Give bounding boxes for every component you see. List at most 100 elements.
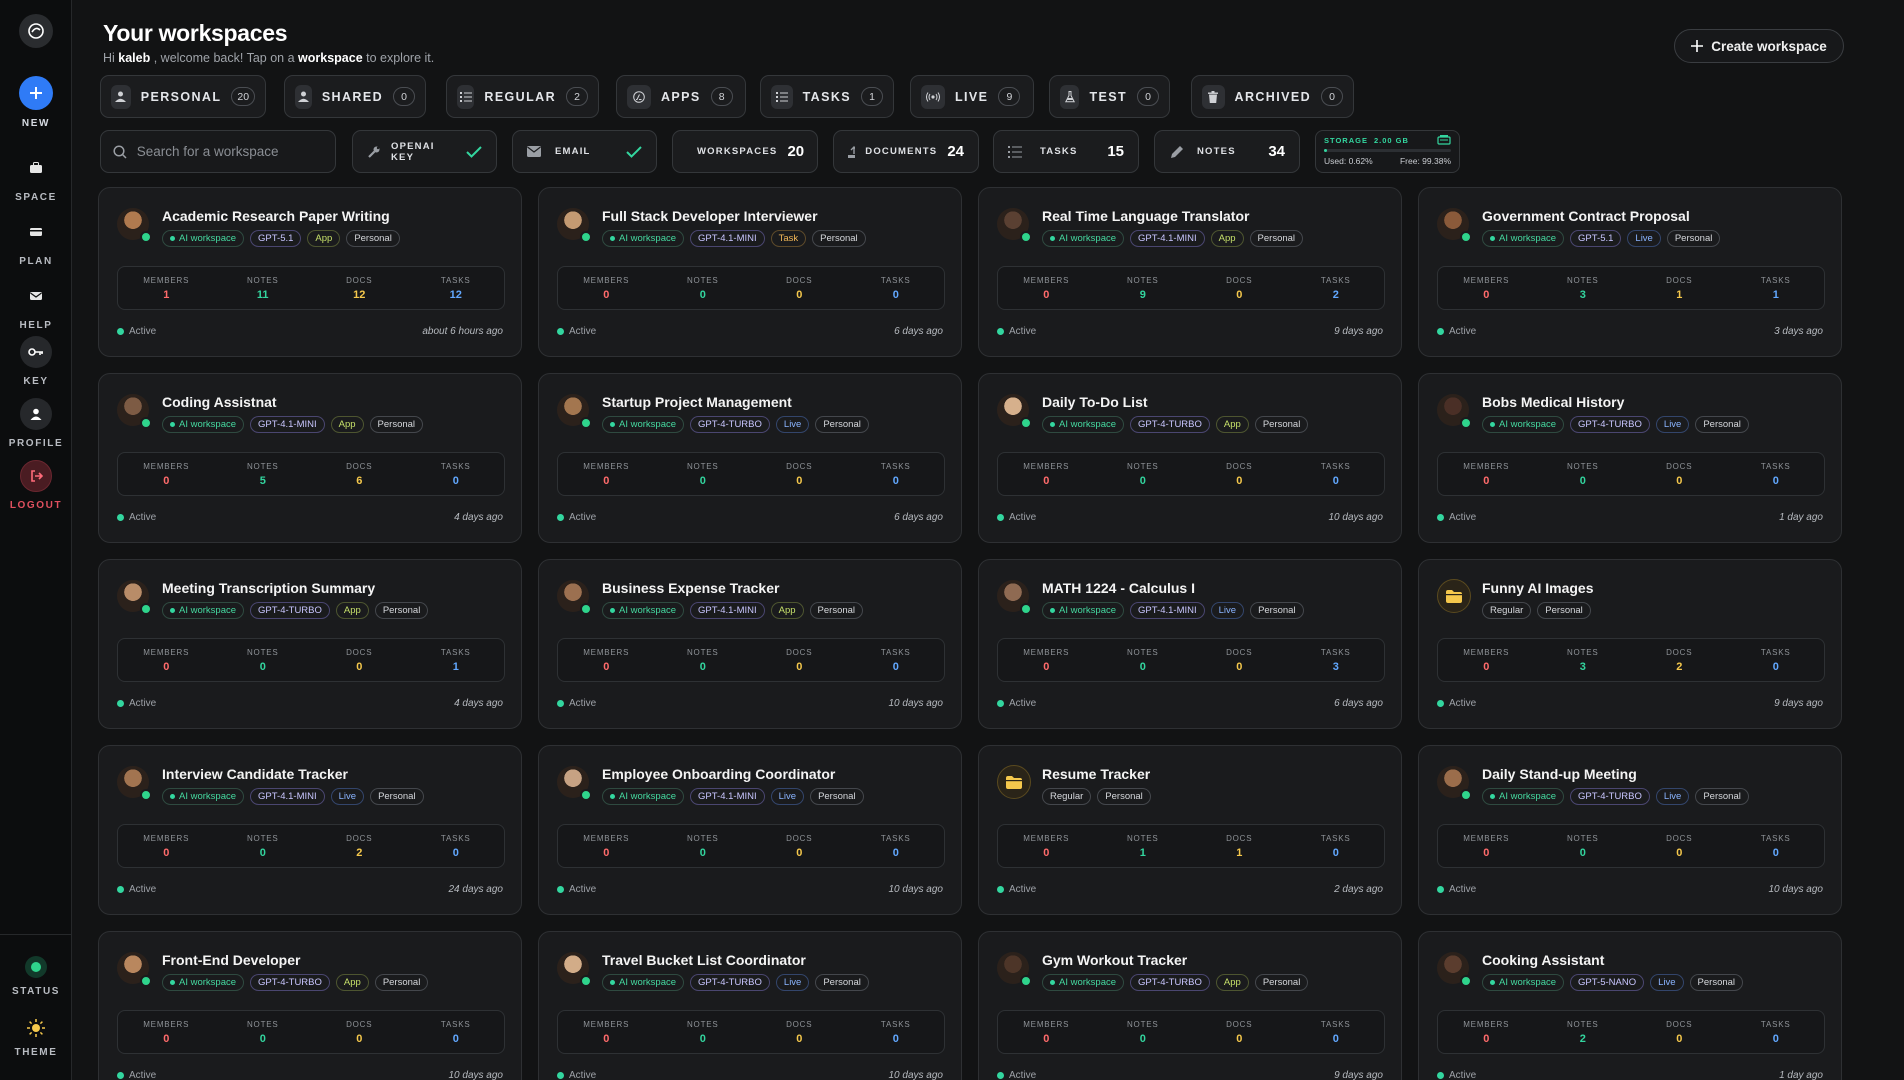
workspace-card[interactable]: Government Contract Proposal AI workspace… [1418,187,1842,357]
welcome-subtitle: Hi kaleb , welcome back! Tap on a worksp… [103,51,435,65]
online-dot [580,231,592,243]
stat-email[interactable]: EMAIL [512,130,657,173]
stat-label: TASKS [880,461,911,471]
stat-label: MEMBERS [143,1019,190,1029]
workspace-stats: MEMBERS 0 NOTES 0 DOCS 0 TASKS 1 [117,638,505,682]
last-updated: 1 day ago [1779,512,1823,523]
sidebar-item-logout[interactable]: LOGOUT [0,460,72,511]
stat-docs: DOCS 12 [311,267,408,309]
stat-docs: DOCS 6 [311,453,408,495]
tab-archived[interactable]: ARCHIVED 0 [1191,75,1354,118]
workspace-card[interactable]: Travel Bucket List Coordinator AI workspa… [538,931,962,1080]
stat-members: MEMBERS 0 [118,453,215,495]
workspace-badge: GPT-4-TURBO [1130,416,1210,433]
stat-label: DOCS [1666,1019,1693,1029]
tab-live[interactable]: LIVE 9 [910,75,1034,118]
tab-apps[interactable]: APPS 8 [616,75,746,118]
stat-label: DOCS [346,647,373,657]
user-icon [20,398,52,430]
workspace-card[interactable]: Employee Onboarding Coordinator AI worksp… [538,745,962,915]
stat-label: MEMBERS [583,275,630,285]
search-input[interactable] [136,144,323,159]
sidebar-item-key[interactable]: KEY [0,336,72,387]
stat-value: 0 [1043,288,1050,301]
tab-tasks[interactable]: TASKS 1 [760,75,894,118]
workspace-card[interactable]: Funny AI Images Regular Personal MEMBERS 0 NO… [1418,559,1842,729]
sidebar-label: KEY [23,376,49,387]
stat-label: MEMBERS [583,461,630,471]
stat-label: DOCS [786,647,813,657]
tab-personal[interactable]: PERSONAL 20 [100,75,266,118]
workspace-badge: Personal [370,788,424,805]
stat-value: 0 [892,474,899,487]
workspace-card[interactable]: Business Expense Tracker AI workspace GPT-… [538,559,962,729]
workspace-card[interactable]: Cooking Assistant AI workspace GPT-5-NANO L… [1418,931,1842,1080]
workspace-card[interactable]: Interview Candidate Tracker AI workspace G… [98,745,522,915]
stat-label: NOTES [1126,461,1159,471]
last-updated: 9 days ago [1334,326,1383,337]
stat-docs: DOCS 0 [311,1011,408,1053]
tab-regular[interactable]: REGULAR 2 [446,75,599,118]
workspace-title: Academic Research Paper Writing [162,208,390,224]
stat-label: DOCS [346,833,373,843]
stat-label: TASKS [880,833,911,843]
stat-openai-key[interactable]: OPENAI KEY [352,130,497,173]
sidebar-item-status[interactable]: STATUS [0,956,72,997]
workspace-badge: Live [1655,416,1690,433]
sidebar-item-theme[interactable]: THEME [0,1017,72,1058]
workspace-card[interactable]: Real Time Language Translator AI workspac… [978,187,1402,357]
workspace-badge: App [335,602,369,619]
app-store-icon [627,84,651,109]
plan-icon [20,216,52,248]
stat-value: 0 [603,288,610,301]
storage-meter: STORAGE 2.00 GB Used: 0.62% Free: 99.38% [1315,130,1460,173]
search-box[interactable] [100,130,336,173]
stat-label: DOCS [346,275,373,285]
status-indicator: Active [1437,512,1476,523]
workspace-card[interactable]: Gym Workout Tracker AI workspace GPT-4-TUR… [978,931,1402,1080]
status-indicator: Active [997,884,1036,895]
avatar [1437,394,1472,429]
workspace-badge: AI workspace [162,788,245,805]
stat-label: DOCS [346,1019,373,1029]
stat-tasks: TASKS 2 [1288,267,1385,309]
workspace-card[interactable]: Daily To-Do List AI workspace GPT-4-TURBO A… [978,373,1402,543]
workspace-card[interactable]: Academic Research Paper Writing AI worksp… [98,187,522,357]
stat-label: NOTES [246,833,279,843]
workspace-card[interactable]: Full Stack Developer Interviewer AI works… [538,187,962,357]
sidebar: NEW SPACE PLAN HELP KEY PROFILE LOGOUT S… [0,0,72,1080]
workspace-card[interactable]: Startup Project Management AI workspace GP… [538,373,962,543]
tab-test[interactable]: TEST 0 [1049,75,1170,118]
app-logo[interactable] [19,14,53,48]
stat-label: MEMBERS [1463,1019,1510,1029]
stat-members: MEMBERS 0 [558,639,655,681]
stat-value: 0 [892,288,899,301]
workspace-badge: App [770,602,804,619]
stat-label: MEMBERS [1023,275,1070,285]
stat-value: 0 [1772,846,1779,859]
stat-value: 0 [1043,846,1050,859]
sidebar-item-space[interactable]: SPACE [0,152,72,203]
stat-notes: NOTES 0 [655,267,752,309]
stat-value: 12 [449,288,462,301]
avatar [1437,208,1472,243]
workspace-card[interactable]: Daily Stand-up Meeting AI workspace GPT-4-… [1418,745,1842,915]
workspace-card[interactable]: MATH 1224 - Calculus I AI workspace GPT-4.… [978,559,1402,729]
workspace-card[interactable]: Bobs Medical History AI workspace GPT-4-TU… [1418,373,1842,543]
badge-row: AI workspace GPT-4.1-MINI App Personal [602,602,864,619]
workspace-card[interactable]: Meeting Transcription Summary AI workspac… [98,559,522,729]
workspace-card[interactable]: Coding Assistnat AI workspace GPT-4.1-MINI… [98,373,522,543]
stat-label: TASKS [440,275,471,285]
workspace-title: Employee Onboarding Coordinator [602,766,836,782]
create-workspace-button[interactable]: Create workspace [1674,29,1844,63]
workspace-badge: GPT-4.1-MINI [250,788,325,805]
workspace-card[interactable]: Front-End Developer AI workspace GPT-4-TUR… [98,931,522,1080]
stat-label: DOCS [1226,833,1253,843]
stat-tasks: TASKS 0 [1288,453,1385,495]
workspace-card[interactable]: Resume Tracker Regular Personal MEMBERS 0 NOT… [978,745,1402,915]
sidebar-item-new[interactable]: NEW [0,76,72,129]
sidebar-item-help[interactable]: HELP [0,280,72,331]
tab-shared[interactable]: SHARED 0 [284,75,426,118]
sidebar-item-profile[interactable]: PROFILE [0,398,72,449]
sidebar-item-plan[interactable]: PLAN [0,216,72,267]
